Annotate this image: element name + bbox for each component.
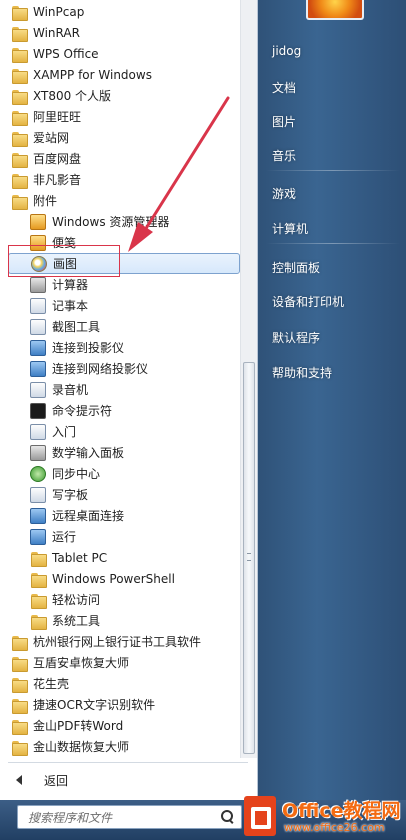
watermark-brand: Office教程网 bbox=[282, 800, 401, 822]
watermark: Office教程网 www.office26.com bbox=[244, 794, 406, 840]
watermark-url: www.office26.com bbox=[284, 821, 385, 834]
office-logo-icon bbox=[244, 796, 276, 836]
annotation-arrow-icon bbox=[128, 96, 230, 252]
